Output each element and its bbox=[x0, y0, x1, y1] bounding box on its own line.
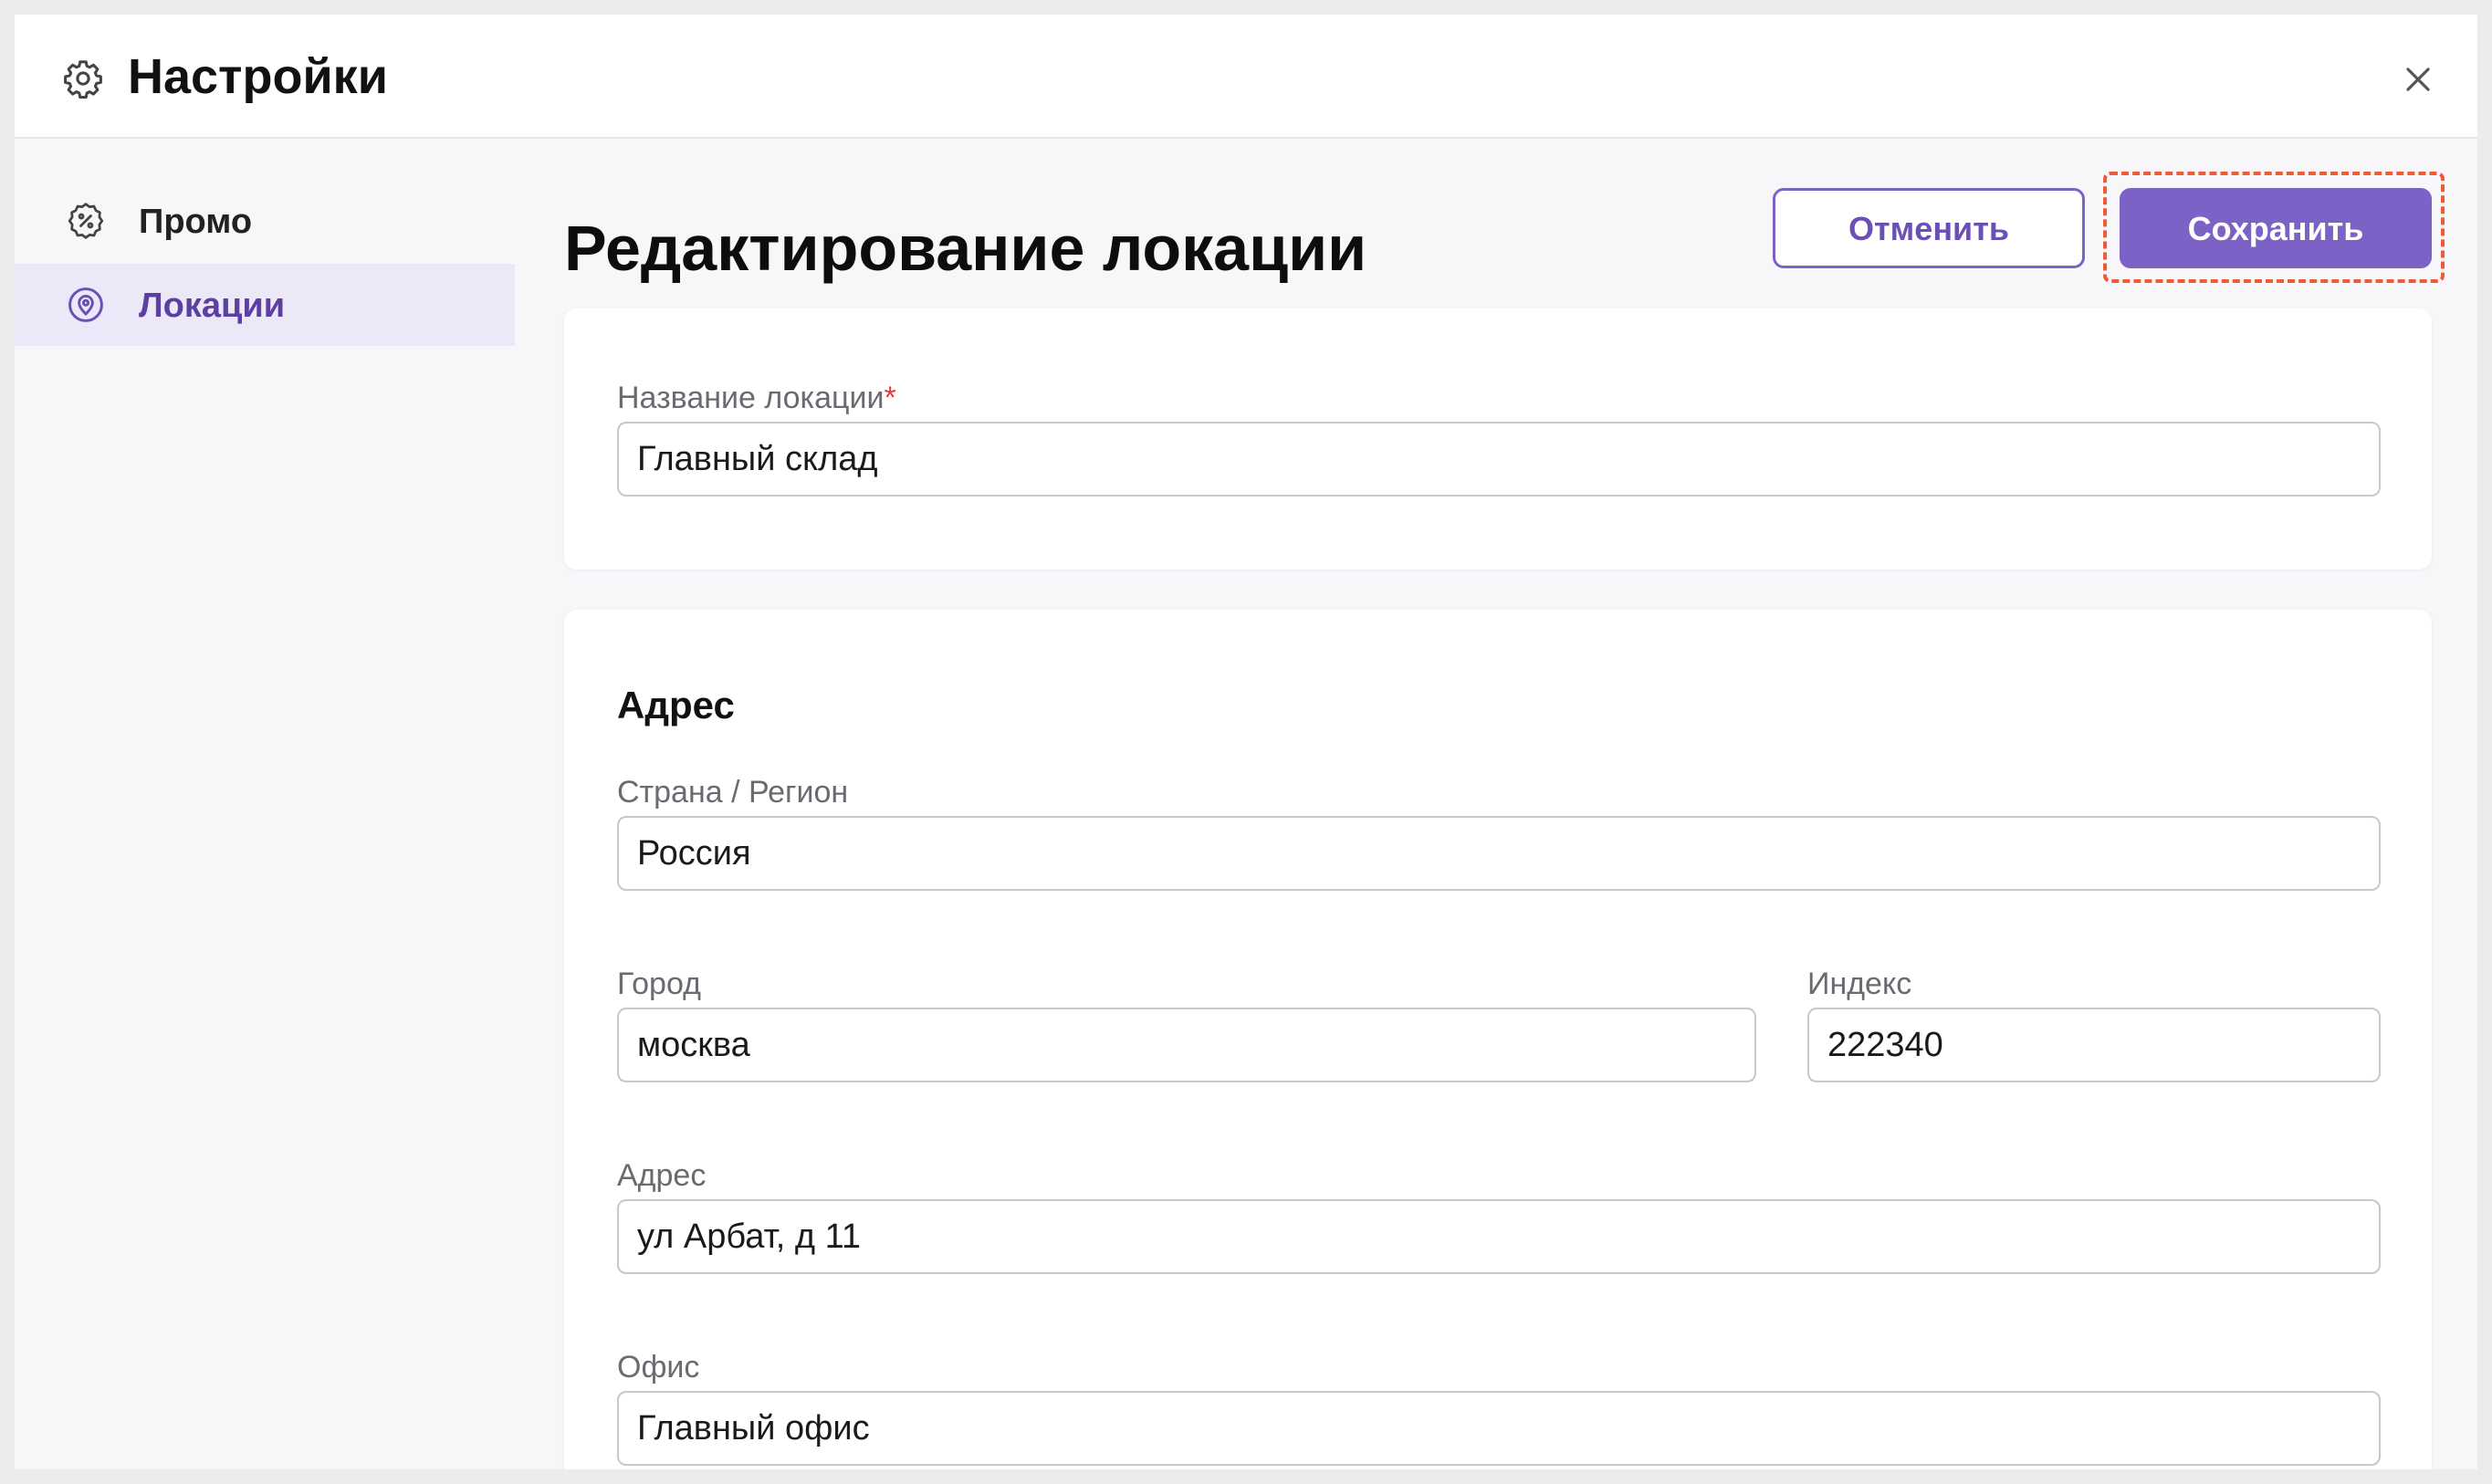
postal-code-label: Индекс bbox=[1807, 967, 1912, 1001]
location-name-input[interactable]: Главный склад bbox=[617, 422, 2381, 496]
location-name-label: Название локации* bbox=[617, 381, 896, 415]
settings-title: Настройки bbox=[128, 49, 388, 104]
percent-badge-icon bbox=[68, 203, 104, 239]
settings-header: Настройки bbox=[15, 15, 2477, 139]
location-name-card: Название локации* Главный склад bbox=[564, 308, 2432, 570]
sidebar-item-locations[interactable]: Локации bbox=[15, 264, 515, 346]
gear-icon bbox=[64, 60, 102, 99]
close-icon[interactable] bbox=[2401, 62, 2435, 97]
city-label: Город bbox=[617, 967, 701, 1001]
address-section-title: Адрес bbox=[617, 684, 735, 726]
address-input[interactable]: ул Арбат, д 11 bbox=[617, 1199, 2381, 1274]
sidebar-item-label: Локации bbox=[139, 287, 286, 325]
cancel-button[interactable]: Отменить bbox=[1773, 188, 2085, 268]
country-label: Страна / Регион bbox=[617, 775, 849, 810]
city-input[interactable]: москва bbox=[617, 1008, 1756, 1082]
sidebar-item-label: Промо bbox=[139, 203, 253, 241]
office-input[interactable]: Главный офис bbox=[617, 1391, 2381, 1466]
sidebar-item-promo[interactable]: Промо bbox=[15, 180, 515, 262]
office-label: Офис bbox=[617, 1350, 700, 1385]
address-label: Адрес bbox=[617, 1158, 707, 1193]
country-input[interactable]: Россия bbox=[617, 816, 2381, 891]
required-mark: * bbox=[884, 381, 896, 415]
save-button[interactable]: Сохранить bbox=[2120, 188, 2432, 268]
address-card: Адрес Страна / Регион Россия Город москв… bbox=[564, 610, 2432, 1469]
location-pin-icon bbox=[68, 287, 103, 322]
settings-window: Настройки Промо Локации Редактирование л… bbox=[15, 15, 2477, 1469]
postal-code-input[interactable]: 222340 bbox=[1807, 1008, 2381, 1082]
page-title: Редактирование локации bbox=[564, 213, 1367, 284]
settings-sidebar: Промо Локации bbox=[15, 140, 515, 1469]
